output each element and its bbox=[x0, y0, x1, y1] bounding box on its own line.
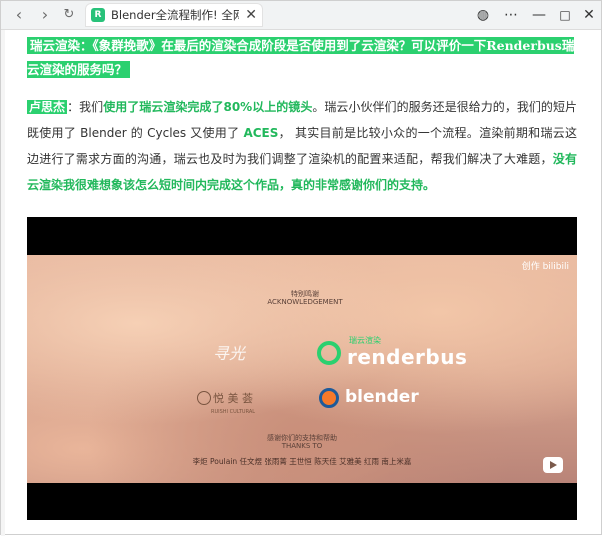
reload-icon[interactable]: ↻ bbox=[59, 5, 79, 25]
answer-highlight-1: 使用了瑞云渲染完成了80%以上的镜头 bbox=[103, 100, 313, 114]
blender-wordmark: blender bbox=[345, 387, 419, 407]
yue-logo-icon bbox=[197, 391, 211, 405]
back-icon[interactable]: ‹ bbox=[9, 5, 29, 25]
credits-names: 李炬 Poulain 任文煜 张雨菁 王世恒 陈天佳 艾雅美 红雨 南上米嘉 bbox=[192, 457, 412, 466]
browser-window: ‹ › ↻ R Blender全流程制作! 全网百万 ✕ ◍ ⋯ — □ ✕ 瑞… bbox=[0, 0, 602, 536]
interview-answer: 卢思杰 ：我们使用了瑞云渲染完成了80%以上的镜头。瑞云小伙伴们的服务还是很给力的… bbox=[27, 94, 577, 198]
blender-logo-icon bbox=[319, 388, 339, 408]
play-icon[interactable] bbox=[543, 457, 563, 473]
ack-en: ACKNOWLEDGEMENT bbox=[267, 298, 343, 306]
tab-title: Blender全流程制作! 全网百万 bbox=[111, 8, 239, 22]
bilibili-watermark: 创作 bilibili bbox=[521, 262, 569, 272]
question-text: 瑞云渲染：《象群挽歌》在最后的渲染合成阶段是否使用到了云渲染？可以评价一下Ren… bbox=[27, 37, 575, 78]
thanks-en: THANKS TO bbox=[281, 442, 323, 450]
answer-highlight-aces: ACES bbox=[243, 126, 279, 140]
interview-question: 瑞云渲染：《象群挽歌》在最后的渲染合成阶段是否使用到了云渲染？可以评价一下Ren… bbox=[27, 34, 577, 82]
renderbus-wordmark: renderbus bbox=[347, 345, 468, 369]
more-menu-icon[interactable]: ⋯ bbox=[501, 5, 521, 25]
speaker-name: 卢思杰 bbox=[27, 100, 68, 114]
answer-text-1: ：我们 bbox=[67, 100, 104, 114]
minimize-icon[interactable]: — bbox=[529, 5, 549, 25]
script-logo: 寻光 bbox=[213, 344, 246, 363]
yue-subtitle: RUISHI CULTURAL bbox=[211, 409, 256, 415]
video-player[interactable]: 创作 bilibili 特别鸣谢 ACKNOWLEDGEMENT 寻光 瑞云渲染… bbox=[27, 217, 577, 520]
globe-icon[interactable]: ◍ bbox=[473, 5, 493, 25]
close-window-icon[interactable]: ✕ bbox=[579, 5, 599, 25]
active-tab[interactable]: R Blender全流程制作! 全网百万 ✕ bbox=[85, 3, 263, 27]
yue-wordmark: 悦 美 荟 bbox=[213, 392, 253, 405]
video-frame: 创作 bilibili 特别鸣谢 ACKNOWLEDGEMENT 寻光 瑞云渲染… bbox=[27, 255, 577, 483]
site-favicon-icon: R bbox=[91, 8, 105, 22]
page-content: 瑞云渲染：《象群挽歌》在最后的渲染合成阶段是否使用到了云渲染？可以评价一下Ren… bbox=[1, 30, 601, 536]
tab-close-icon[interactable]: ✕ bbox=[245, 6, 257, 24]
renderbus-logo-icon bbox=[317, 341, 341, 365]
browser-toolbar: ‹ › ↻ R Blender全流程制作! 全网百万 ✕ ◍ ⋯ — □ ✕ bbox=[1, 1, 601, 30]
forward-icon[interactable]: › bbox=[35, 5, 55, 25]
maximize-icon[interactable]: □ bbox=[555, 5, 575, 25]
